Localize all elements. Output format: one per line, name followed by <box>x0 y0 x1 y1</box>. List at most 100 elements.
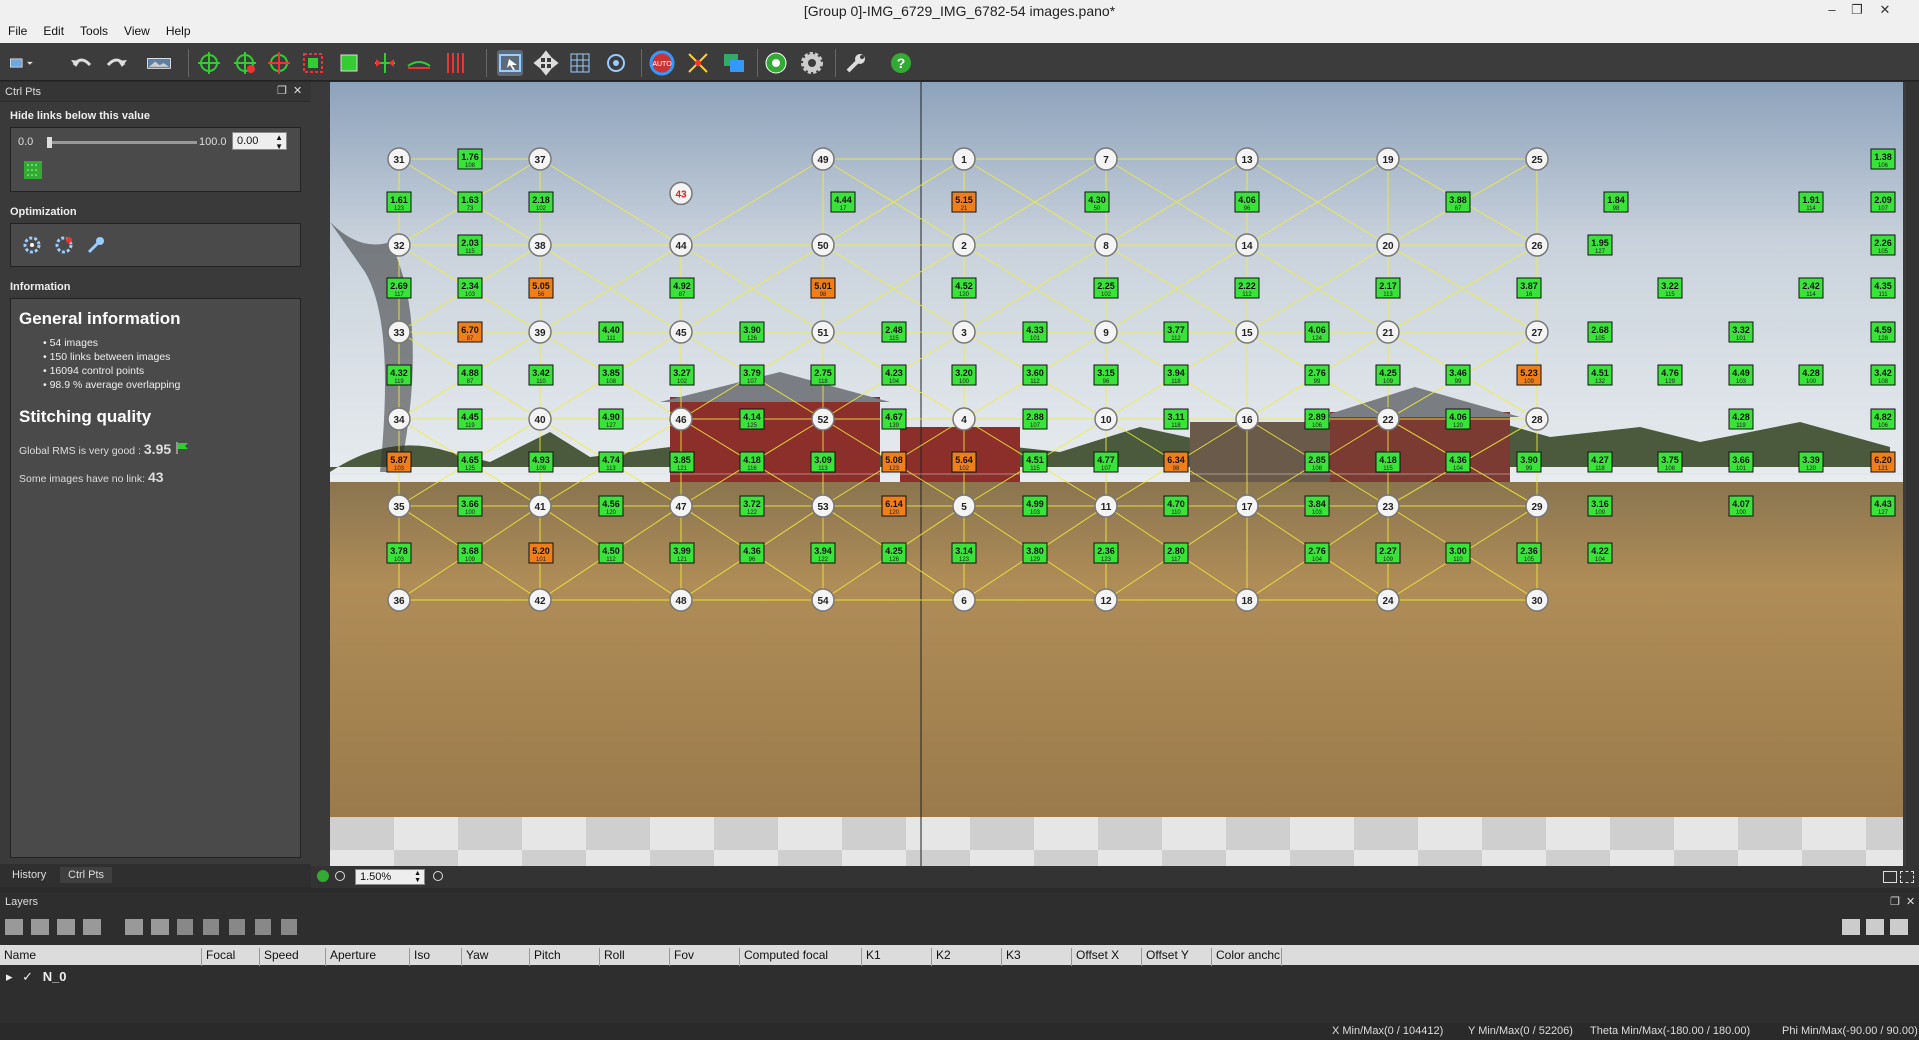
link-quality-label[interactable]: 3.4699 <box>1445 364 1471 386</box>
link-quality-label[interactable]: 4.4417 <box>830 191 856 213</box>
image-node[interactable]: 8 <box>1094 233 1118 257</box>
link-quality-label[interactable]: 2.36105 <box>1516 542 1542 564</box>
expand-arrow-icon[interactable]: ▸ <box>6 969 13 984</box>
link-quality-label[interactable]: 4.35111 <box>1870 277 1896 299</box>
link-quality-label[interactable]: 4.06124 <box>1304 321 1330 343</box>
link-quality-label[interactable]: 2.89106 <box>1304 408 1330 430</box>
image-node[interactable]: 33 <box>387 320 411 344</box>
link-quality-label[interactable]: 1.38106 <box>1870 148 1896 170</box>
link-quality-label[interactable]: 2.34103 <box>457 277 483 299</box>
link-quality-label[interactable]: 2.36123 <box>1093 542 1119 564</box>
link-quality-label[interactable]: 3.9099 <box>1516 451 1542 473</box>
crop-icon[interactable] <box>336 50 362 76</box>
link-quality-label[interactable]: 4.18115 <box>1375 451 1401 473</box>
link-quality-label[interactable]: 3.00110 <box>1445 542 1471 564</box>
color-icon[interactable] <box>685 50 711 76</box>
image-node[interactable]: 49 <box>811 147 835 171</box>
col-speed[interactable]: Speed <box>260 948 326 966</box>
link-quality-label[interactable]: 4.65125 <box>457 451 483 473</box>
image-node[interactable]: 48 <box>669 588 693 612</box>
image-node[interactable]: 12 <box>1094 588 1118 612</box>
menu-view[interactable]: View <box>116 22 158 38</box>
link-quality-label[interactable]: 4.82106 <box>1870 408 1896 430</box>
image-node[interactable]: 23 <box>1376 494 1400 518</box>
link-quality-label[interactable]: 3.90126 <box>739 321 765 343</box>
tools-icon[interactable] <box>843 50 869 76</box>
link-quality-label[interactable]: 3.66101 <box>1728 451 1754 473</box>
link-quality-label[interactable]: 3.85121 <box>669 451 695 473</box>
link-quality-label[interactable]: 4.50112 <box>598 542 624 564</box>
add-layer-icon[interactable] <box>5 919 23 935</box>
link-quality-label[interactable]: 3.75108 <box>1657 451 1683 473</box>
link-quality-label[interactable]: 4.3696 <box>739 542 765 564</box>
link-quality-label[interactable]: 3.16109 <box>1587 495 1613 517</box>
link-quality-label[interactable]: 1.6373 <box>457 191 483 213</box>
view-detail-icon[interactable] <box>1866 919 1884 935</box>
link-quality-label[interactable]: 3.94118 <box>1163 364 1189 386</box>
image-node[interactable]: 29 <box>1525 494 1549 518</box>
f-icon[interactable] <box>229 919 245 935</box>
link-quality-label[interactable]: 4.36104 <box>1445 451 1471 473</box>
menu-edit[interactable]: Edit <box>35 22 72 38</box>
threshold-spinbox[interactable]: 0.00 ▲ ▼ <box>232 132 287 151</box>
image-node[interactable]: 34 <box>387 407 411 431</box>
link-quality-label[interactable]: 4.77107 <box>1093 451 1119 473</box>
image-node[interactable]: 4 <box>952 407 976 431</box>
link-quality-label[interactable]: 3.85108 <box>598 364 624 386</box>
image-node[interactable]: 39 <box>528 320 552 344</box>
link-quality-label[interactable]: 4.76129 <box>1657 364 1683 386</box>
link-quality-label[interactable]: 4.99103 <box>1022 495 1048 517</box>
target-icon[interactable] <box>603 50 629 76</box>
link-quality-label[interactable]: 4.8887 <box>457 364 483 386</box>
image-node[interactable]: 22 <box>1376 407 1400 431</box>
link-quality-label[interactable]: 5.20101 <box>528 542 554 564</box>
panorama-viewer[interactable]: 31 37 49 1 7 13 19 25 43 32 38 44 50 2 8 14 20 26 33 39 45 51… <box>311 82 1919 870</box>
duplicate-layer-icon[interactable] <box>31 919 49 935</box>
image-node[interactable]: 36 <box>387 588 411 612</box>
s-icon[interactable] <box>281 919 297 935</box>
link-quality-label[interactable]: 4.40111 <box>598 321 624 343</box>
image-node[interactable]: 40 <box>528 407 552 431</box>
zoom-fit-icon[interactable] <box>317 870 329 882</box>
link-quality-label[interactable]: 5.08123 <box>881 451 907 473</box>
link-quality-label[interactable]: 4.28100 <box>1798 364 1824 386</box>
image-node[interactable]: 51 <box>811 320 835 344</box>
link-quality-label[interactable]: 4.23104 <box>881 364 907 386</box>
optimize-icon[interactable] <box>21 234 43 256</box>
link-quality-label[interactable]: 4.51115 <box>1022 451 1048 473</box>
link-quality-label[interactable]: 1.61123 <box>386 191 412 213</box>
link-quality-label[interactable]: 2.69117 <box>386 277 412 299</box>
image-node[interactable]: 10 <box>1094 407 1118 431</box>
t-icon[interactable] <box>255 919 271 935</box>
link-quality-label[interactable]: 3.8867 <box>1445 191 1471 213</box>
link-quality-label[interactable]: 4.06120 <box>1445 408 1471 430</box>
image-node[interactable]: 14 <box>1235 233 1259 257</box>
link-quality-label[interactable]: 2.03115 <box>457 234 483 256</box>
link-quality-label[interactable]: 3.42110 <box>528 364 554 386</box>
image-node[interactable]: 25 <box>1525 147 1549 171</box>
col-k1[interactable]: K1 <box>862 948 932 966</box>
layers-close-icon[interactable]: ✕ <box>1906 895 1915 908</box>
menu-tools[interactable]: Tools <box>72 22 116 38</box>
link-quality-label[interactable]: 1.76108 <box>457 148 483 170</box>
image-node[interactable]: 3 <box>952 320 976 344</box>
link-quality-label[interactable]: 3.99121 <box>669 542 695 564</box>
link-quality-label[interactable]: 2.26105 <box>1870 234 1896 256</box>
tab-ctrl-pts[interactable]: Ctrl Pts <box>60 867 113 883</box>
image-node[interactable]: 32 <box>387 233 411 257</box>
link-quality-label[interactable]: 1.91114 <box>1798 191 1824 213</box>
image-node[interactable]: 44 <box>669 233 693 257</box>
image-node[interactable]: 53 <box>811 494 835 518</box>
link-quality-label[interactable]: 3.79107 <box>739 364 765 386</box>
image-node[interactable]: 50 <box>811 233 835 257</box>
image-node[interactable]: 52 <box>811 407 835 431</box>
image-node[interactable]: 27 <box>1525 320 1549 344</box>
link-quality-label[interactable]: 5.0198 <box>810 277 836 299</box>
link-quality-label[interactable]: 4.93109 <box>528 451 554 473</box>
b-icon[interactable] <box>203 919 219 935</box>
link-quality-label[interactable]: 4.59128 <box>1870 321 1896 343</box>
link-quality-label[interactable]: 4.32119 <box>386 364 412 386</box>
auto-icon[interactable]: AUTO <box>649 50 675 76</box>
image-node[interactable]: 38 <box>528 233 552 257</box>
add-group-icon[interactable] <box>125 919 143 935</box>
